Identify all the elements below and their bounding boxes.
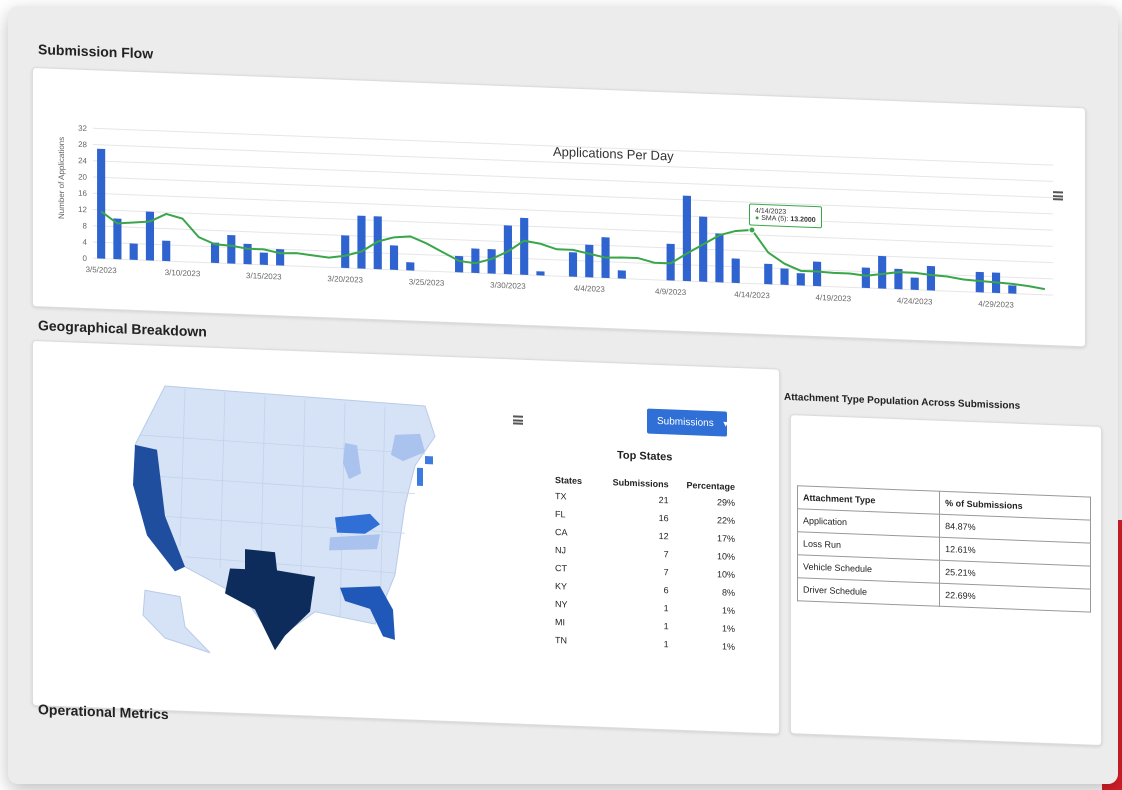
x-tick-label: 4/24/2023 (897, 296, 933, 306)
tooltip-line: ● SMA (5): 13.2000 (755, 214, 816, 225)
attachment-table: Attachment Type % of Submissions Applica… (797, 485, 1091, 613)
grid-line (93, 192, 1053, 231)
submission-flow-card: Applications Per Day Number of Applicati… (32, 66, 1086, 348)
bar (699, 216, 708, 282)
bar (878, 255, 887, 289)
state-cell: KY (555, 581, 568, 592)
tooltip-value: 13.2000 (790, 216, 816, 225)
state-ct (425, 456, 433, 465)
bar (341, 235, 350, 269)
y-tick-label: 28 (78, 140, 87, 149)
y-tick-label: 8 (83, 221, 88, 230)
y-tick-label: 32 (78, 124, 87, 133)
bar (910, 277, 919, 290)
x-tick-label: 4/19/2023 (816, 293, 852, 303)
bar (210, 242, 220, 264)
applications-chart: 0 4 8 12 16 20 24 28 32 3/5/2023 3/10/2023 3/15/202… (78, 124, 1053, 310)
bar (162, 240, 171, 262)
bar (406, 262, 415, 271)
x-tick-label: 4/29/2023 (978, 299, 1014, 309)
bar (715, 233, 724, 283)
bar (813, 261, 822, 287)
tooltip-series: SMA (5): (761, 214, 789, 223)
y-tick-label: 16 (78, 189, 87, 198)
bar (682, 195, 691, 282)
submissions-dropdown[interactable]: Submissions ▼ (647, 408, 730, 437)
y-tick-label: 4 (83, 238, 88, 247)
attachment-type-cell: Driver Schedule (797, 577, 940, 607)
bar (536, 271, 545, 276)
chart-tooltip: 4/14/2023 ● SMA (5): 13.2000 (749, 203, 822, 229)
dashboard-screen: Submission Flow Applications Per Day Num… (8, 6, 1118, 784)
percentage-cell: 1% (721, 641, 735, 652)
section-title-submission-flow: Submission Flow (38, 41, 154, 62)
bar (471, 248, 480, 274)
x-tick-label: 3/15/2023 (246, 271, 282, 281)
y-tick-label: 0 (83, 254, 88, 263)
grid-line (93, 209, 1053, 247)
section-title-geographical: Geographical Breakdown (38, 317, 207, 340)
top-states-title: Top States (617, 449, 673, 464)
state-cell: CT (555, 563, 567, 574)
state-cell: NJ (555, 545, 566, 556)
state-cell: NY (555, 599, 568, 610)
x-tick-label: 4/9/2023 (655, 287, 687, 297)
bar (861, 267, 870, 289)
bar (926, 265, 936, 291)
x-tick-label: 3/25/2023 (409, 277, 445, 287)
bar (617, 270, 626, 279)
bar (243, 243, 252, 265)
grid-line (93, 160, 1053, 199)
bar (145, 211, 155, 261)
state-cell: FL (555, 509, 566, 520)
bar (764, 263, 773, 285)
attachment-card: Attachment Type % of Submissions Applica… (790, 414, 1102, 747)
x-tick-label: 3/20/2023 (327, 274, 363, 284)
state-cell: TN (555, 635, 567, 646)
bar (97, 148, 106, 259)
y-tick-label: 20 (78, 172, 87, 181)
y-tick-label: 12 (78, 205, 87, 214)
us-map (133, 385, 436, 654)
bar (585, 244, 594, 278)
x-tick-label: 3/30/2023 (490, 281, 526, 291)
bar (276, 249, 285, 266)
bar (259, 252, 268, 265)
bar (731, 258, 740, 284)
x-tick-label: 4/14/2023 (734, 290, 770, 300)
bar (780, 268, 789, 285)
bar (389, 245, 399, 270)
x-tick-label: 3/5/2023 (86, 265, 118, 275)
bar (357, 215, 366, 269)
bar (113, 218, 122, 260)
y-tick-label: 24 (78, 156, 87, 165)
bar (487, 249, 496, 274)
bar (227, 234, 236, 264)
state-cell: TX (555, 491, 567, 502)
grid-line (93, 144, 1053, 182)
state-cell: MI (555, 617, 565, 628)
sma-highlight-point (748, 226, 756, 234)
bar (568, 252, 578, 277)
bar (796, 273, 805, 286)
top-states-table: States Submissions Percentage TX 21 29% FL… (555, 473, 735, 656)
submissions-cell: 1 (663, 639, 669, 650)
bar (520, 217, 529, 275)
submissions-dropdown-label: Submissions (657, 415, 714, 430)
x-tick-label: 3/10/2023 (165, 268, 201, 278)
state-ak (142, 589, 211, 654)
section-title-attachment: Attachment Type Population Across Submis… (784, 391, 1021, 412)
chevron-down-icon: ▼ (721, 419, 730, 429)
x-tick-label: 4/4/2023 (574, 284, 606, 294)
geographical-card: Submissions ▼ Top States States Submissio… (32, 339, 780, 735)
state-nj (417, 467, 423, 486)
attachment-percent-cell: 22.69% (939, 583, 1091, 613)
bar (129, 243, 138, 260)
col-states: States (555, 475, 583, 487)
state-cell: CA (555, 527, 568, 538)
map-menu-icon[interactable] (513, 415, 523, 425)
grid-line (93, 127, 1053, 166)
bar (1008, 285, 1017, 294)
grid-line (93, 176, 1053, 215)
